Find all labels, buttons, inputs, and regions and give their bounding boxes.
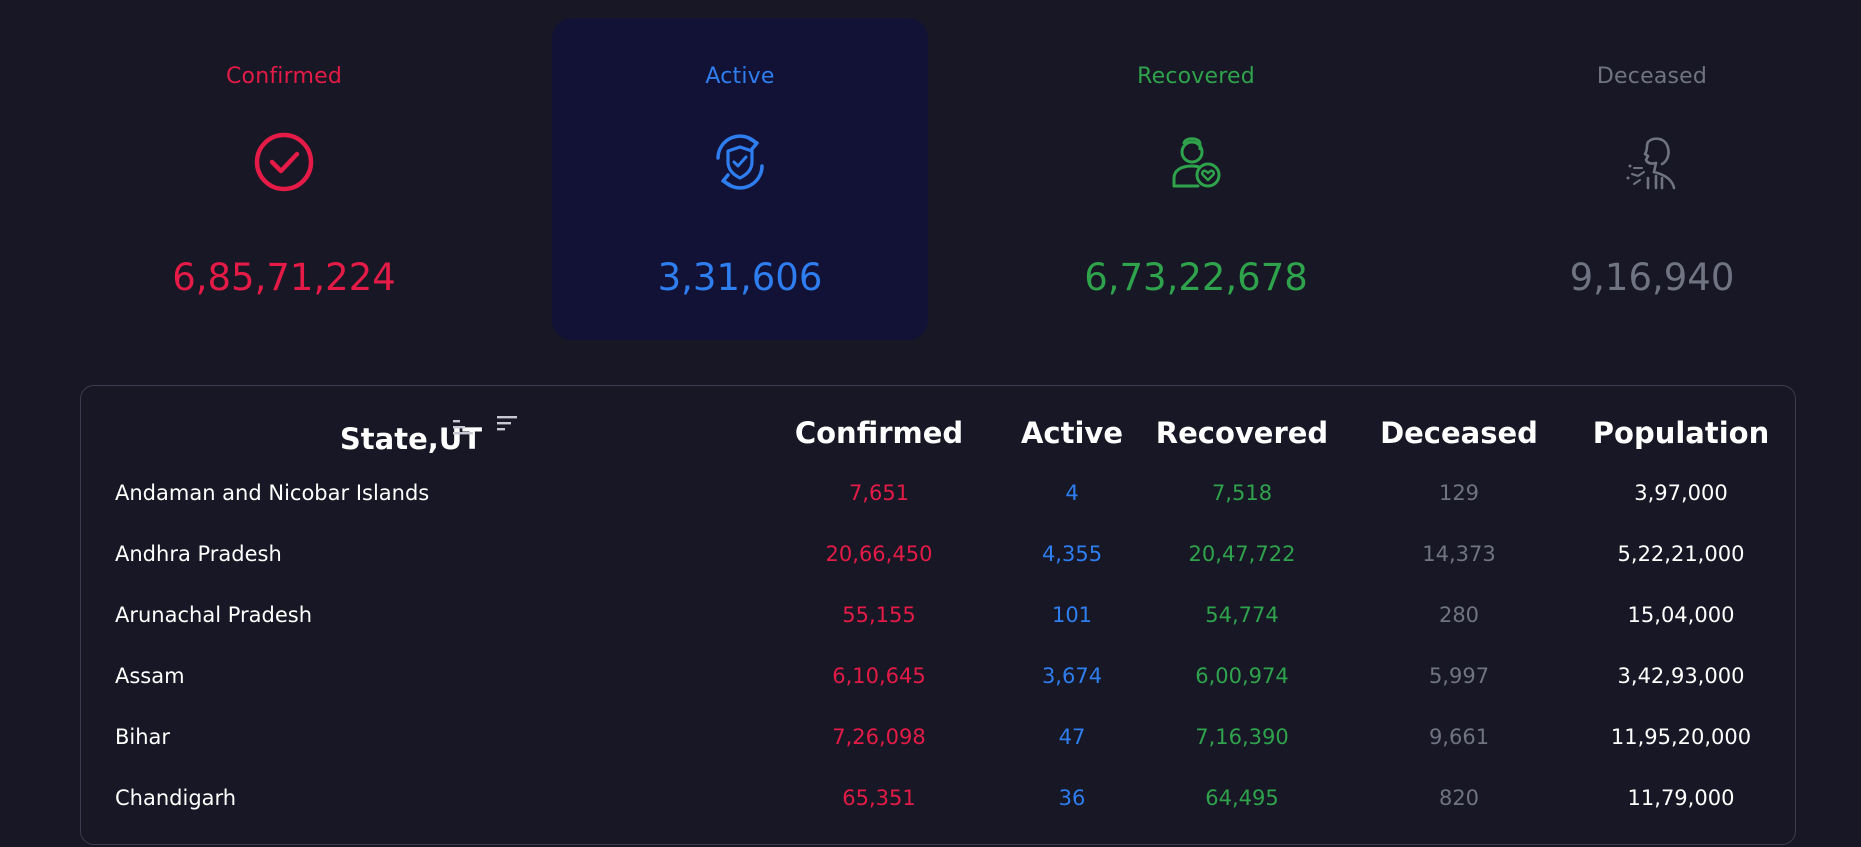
active-total: 3,31,606 xyxy=(657,256,823,299)
cell-recovered: 54,774 xyxy=(1205,603,1279,627)
confirmed-total: 6,85,71,224 xyxy=(172,256,396,299)
recovered-total: 6,73,22,678 xyxy=(1084,256,1308,299)
cell-confirmed: 65,351 xyxy=(842,786,916,810)
header-confirmed[interactable]: Confirmed xyxy=(759,416,999,450)
cell-confirmed: 20,66,450 xyxy=(825,542,933,566)
cell-population: 5,22,21,000 xyxy=(1617,542,1745,566)
cell-state: Andhra Pradesh xyxy=(115,542,282,566)
cell-state: Chandigarh xyxy=(115,786,237,810)
cell-state: Bihar xyxy=(115,725,171,749)
deceased-card[interactable]: Deceased 9,16,940 xyxy=(1464,18,1840,340)
cell-state: Andaman and Nicobar Islands xyxy=(115,481,430,505)
cell-recovered: 6,00,974 xyxy=(1195,664,1289,688)
shield-refresh-icon xyxy=(706,128,774,196)
header-recovered[interactable]: Recovered xyxy=(1122,416,1362,450)
active-card[interactable]: Active 3,31,606 xyxy=(552,18,928,340)
table-row[interactable]: Bihar 7,26,098 47 7,16,390 9,661 11,95,20,000 xyxy=(81,725,1795,786)
person-heart-icon xyxy=(1162,128,1230,196)
header-state[interactable]: State,UT xyxy=(311,422,511,456)
cell-population: 11,95,20,000 xyxy=(1610,725,1752,749)
table-row[interactable]: Andhra Pradesh 20,66,450 4,355 20,47,722 14,… xyxy=(81,542,1795,603)
cell-confirmed: 55,155 xyxy=(842,603,916,627)
cell-population: 3,97,000 xyxy=(1634,481,1728,505)
header-population[interactable]: Population xyxy=(1561,416,1801,450)
table-header: State,UT Confirmed Active Recovered Dece… xyxy=(81,416,1795,476)
summary-cards: Confirmed 6,85,71,224 Active 3,31,606 Re… xyxy=(0,0,1861,360)
person-sick-icon xyxy=(1618,128,1686,196)
cell-deceased: 9,661 xyxy=(1428,725,1490,749)
header-deceased[interactable]: Deceased xyxy=(1339,416,1579,450)
cell-confirmed: 7,26,098 xyxy=(832,725,926,749)
cell-deceased: 14,373 xyxy=(1422,542,1496,566)
recovered-card[interactable]: Recovered 6,73,22,678 xyxy=(1008,18,1384,340)
confirmed-label: Confirmed xyxy=(225,64,342,89)
sort-ascending-icon[interactable] xyxy=(451,418,477,438)
deceased-total: 9,16,940 xyxy=(1569,256,1735,299)
confirmed-card[interactable]: Confirmed 6,85,71,224 xyxy=(96,18,472,340)
cell-deceased: 280 xyxy=(1438,603,1480,627)
recovered-label: Recovered xyxy=(1137,64,1255,89)
table-row[interactable]: Arunachal Pradesh 55,155 101 54,774 280 15,04… xyxy=(81,603,1795,664)
cell-population: 3,42,93,000 xyxy=(1617,664,1745,688)
table-row[interactable]: Assam 6,10,645 3,674 6,00,974 5,997 3,42,93,0… xyxy=(81,664,1795,725)
cell-recovered: 7,518 xyxy=(1211,481,1273,505)
cell-state: Assam xyxy=(115,664,185,688)
cell-deceased: 820 xyxy=(1438,786,1480,810)
cell-confirmed: 7,651 xyxy=(848,481,910,505)
cell-recovered: 20,47,722 xyxy=(1188,542,1296,566)
active-label: Active xyxy=(705,64,775,89)
sort-descending-icon[interactable] xyxy=(495,414,521,434)
cell-recovered: 64,495 xyxy=(1205,786,1279,810)
table-row[interactable]: Chandigarh 65,351 36 64,495 820 11,79,000 xyxy=(81,786,1795,847)
cell-recovered: 7,16,390 xyxy=(1195,725,1289,749)
cell-population: 15,04,000 xyxy=(1627,603,1735,627)
cell-deceased: 129 xyxy=(1438,481,1480,505)
deceased-label: Deceased xyxy=(1596,64,1708,89)
check-circle-icon xyxy=(250,128,318,196)
cell-confirmed: 6,10,645 xyxy=(832,664,926,688)
states-table: State,UT Confirmed Active Recovered Dece… xyxy=(80,385,1796,845)
table-row[interactable]: Andaman and Nicobar Islands 7,651 4 7,518 12… xyxy=(81,481,1795,542)
cell-state: Arunachal Pradesh xyxy=(115,603,313,627)
cell-population: 11,79,000 xyxy=(1627,786,1735,810)
cell-deceased: 5,997 xyxy=(1428,664,1490,688)
